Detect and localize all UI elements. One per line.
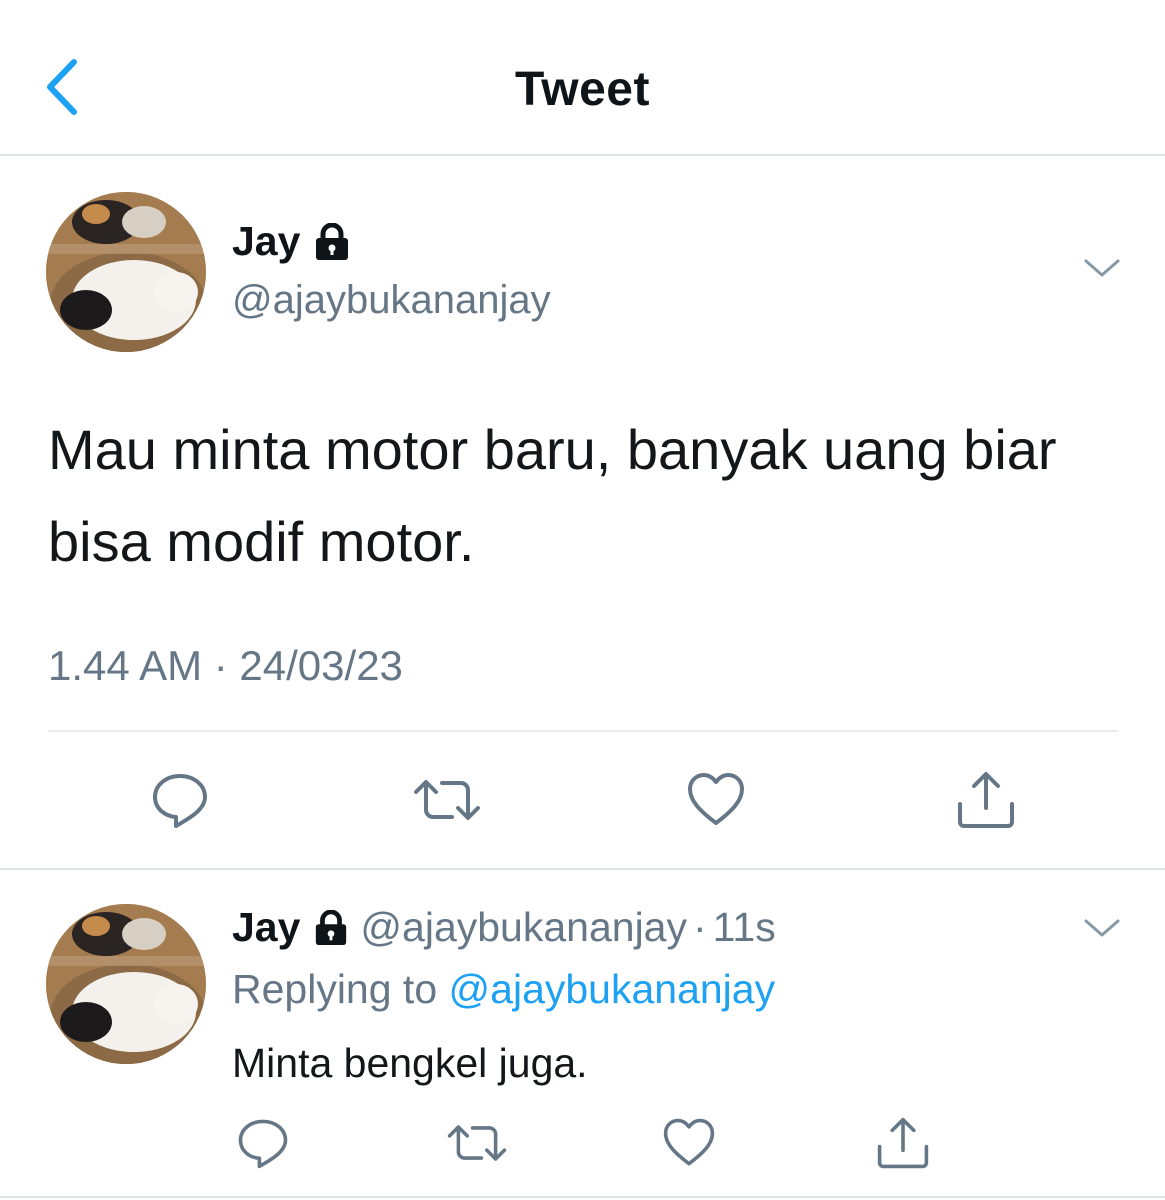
divider [0, 868, 1165, 870]
replying-to-line: Replying to @ajaybukananjay [232, 966, 775, 1013]
share-button[interactable] [956, 770, 1016, 830]
reply-icon [153, 774, 207, 828]
more-options-button[interactable] [1082, 916, 1122, 940]
retweet-button[interactable] [446, 1116, 507, 1170]
cat-avatar-image [46, 192, 206, 352]
tweet-text: Mau minta motor baru, banyak uang biar b… [48, 418, 1057, 573]
divider [48, 730, 1118, 732]
share-icon [877, 1117, 929, 1169]
author-name-row: Jay [232, 218, 352, 265]
reply-button[interactable] [236, 1116, 290, 1170]
retweet-icon [414, 780, 480, 820]
avatar[interactable] [46, 904, 206, 1064]
avatar[interactable] [46, 192, 206, 352]
replying-to-label: Replying to [232, 966, 438, 1012]
author-handle[interactable]: @ajaybukananjay [232, 278, 551, 323]
retweet-icon [447, 1125, 507, 1161]
separator-dot: · [692, 904, 707, 950]
heart-icon [688, 773, 744, 825]
author-handle[interactable]: @ajaybukananjay [360, 904, 687, 951]
mention-link[interactable]: @ajaybukananjay [449, 966, 776, 1012]
like-button[interactable] [662, 1116, 716, 1170]
share-icon [958, 772, 1014, 828]
chevron-down-icon [1084, 259, 1120, 277]
tweet-timestamp[interactable]: 1.44 AM · 24/03/23 [48, 642, 403, 690]
page-title: Tweet [515, 63, 650, 116]
more-options-button[interactable] [1082, 256, 1122, 280]
reply-author-row: Jay @ajaybukananjay · 11s [232, 904, 776, 951]
reply-icon [238, 1119, 288, 1169]
reply-button[interactable] [150, 770, 210, 830]
lock-icon [316, 222, 349, 260]
retweet-button[interactable] [412, 770, 480, 830]
author-name[interactable]: Jay [232, 218, 300, 265]
navigation-header: Tweet [0, 0, 1165, 156]
author-name[interactable]: Jay [232, 904, 300, 951]
tweet-time[interactable]: 11s [713, 904, 776, 951]
divider [0, 1196, 1165, 1198]
like-button[interactable] [686, 770, 746, 830]
tweet-detail-page: Tweet Jay @ajaybukananjay Mau minta moto… [0, 0, 1165, 1200]
chevron-down-icon [1084, 919, 1120, 937]
share-button[interactable] [876, 1116, 930, 1170]
lock-icon [312, 909, 350, 946]
heart-icon [663, 1118, 715, 1166]
cat-avatar-image [46, 904, 206, 1064]
tweet-text: Minta bengkel juga. [232, 1040, 588, 1086]
